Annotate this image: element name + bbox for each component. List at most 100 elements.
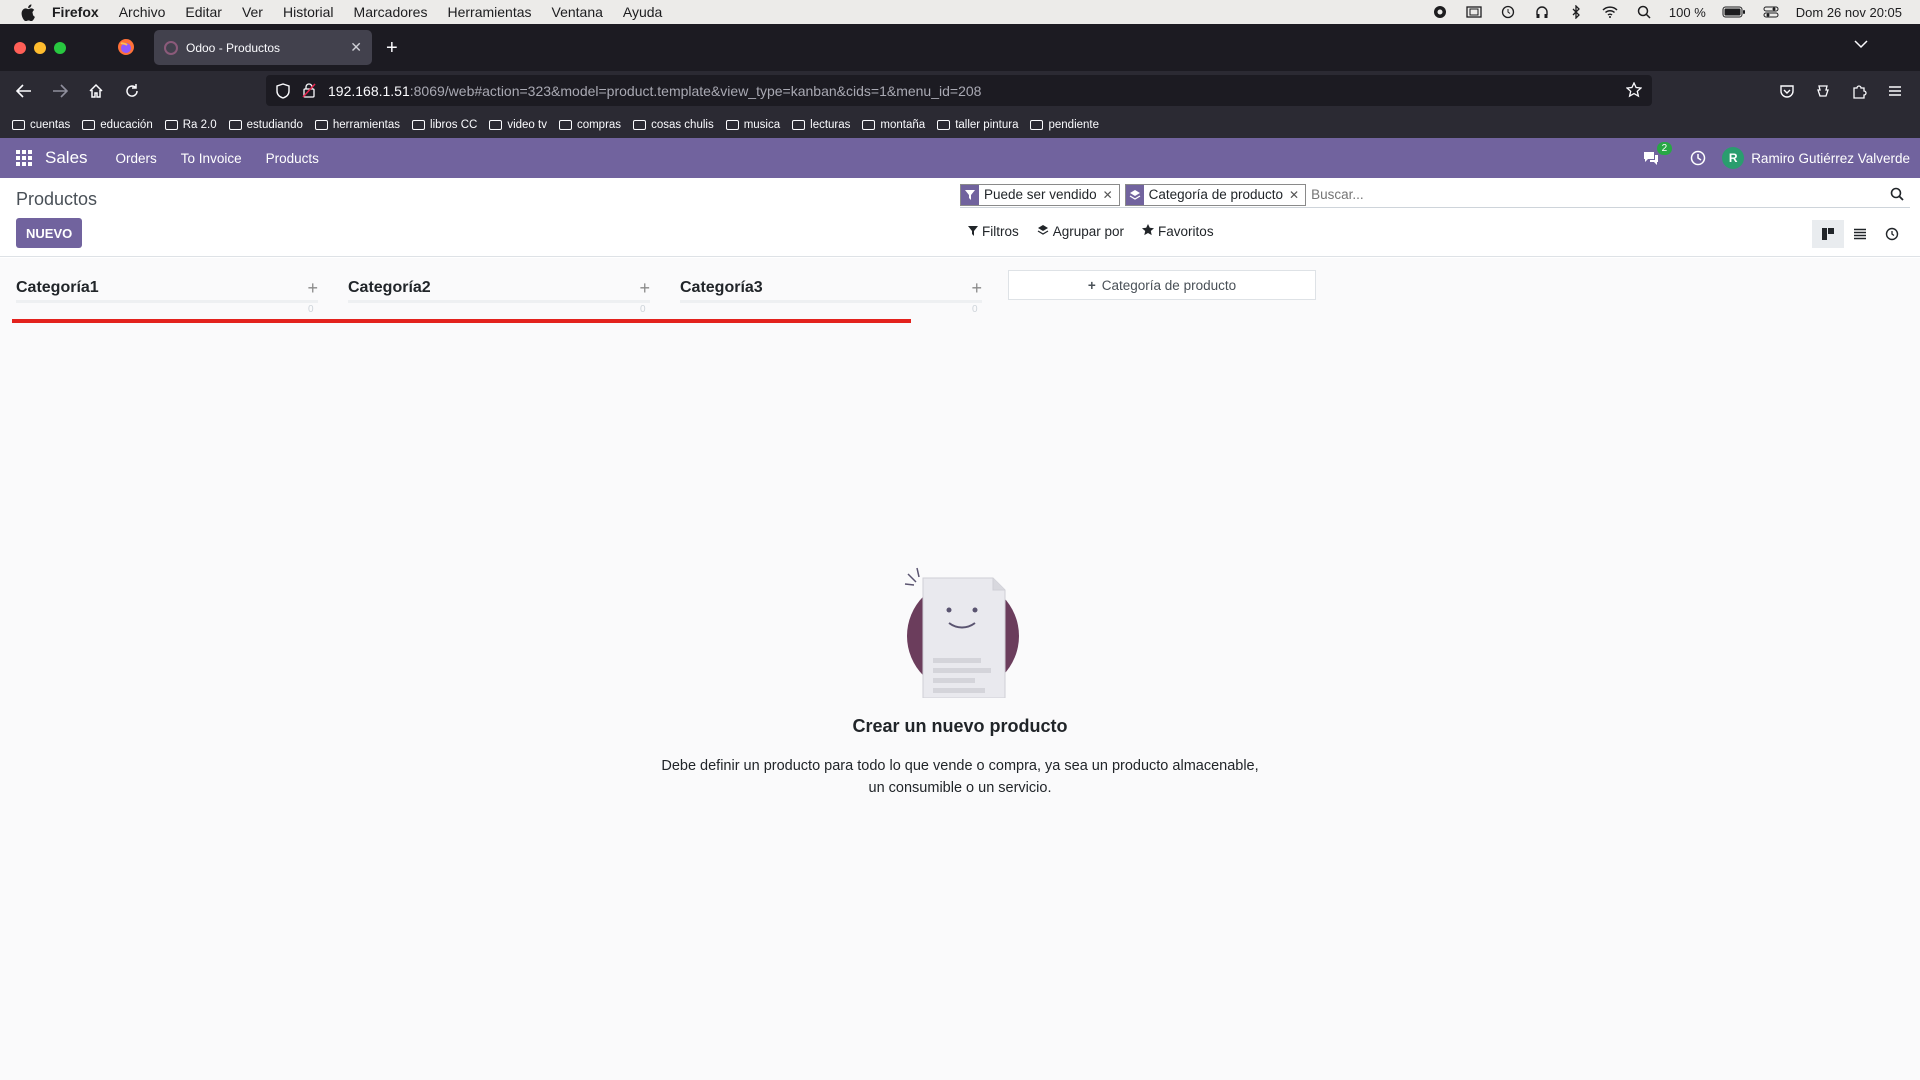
- menu-clock[interactable]: Dom 26 nov 20:05: [1796, 5, 1902, 20]
- remove-facet-icon[interactable]: ✕: [1289, 188, 1305, 202]
- list-view-icon[interactable]: [1844, 220, 1876, 248]
- close-tab-icon[interactable]: ✕: [350, 39, 362, 56]
- pocket-icon[interactable]: [1777, 81, 1797, 101]
- folder-icon: [412, 119, 426, 130]
- new-tab-icon[interactable]: +: [386, 37, 398, 60]
- kanban-column-header[interactable]: Categoría1 +: [16, 276, 318, 300]
- new-button[interactable]: NUEVO: [16, 218, 83, 248]
- star-icon: [1142, 224, 1155, 239]
- nav-menu-to-invoice[interactable]: To Invoice: [181, 151, 242, 166]
- bookmark-folder[interactable]: cosas chulis: [633, 119, 714, 131]
- column-progress-bar: [16, 300, 318, 303]
- bluetooth-icon[interactable]: [1567, 5, 1585, 19]
- apple-icon[interactable]: [18, 3, 38, 21]
- bookmark-star-icon[interactable]: [1625, 81, 1643, 103]
- app-brand-sales[interactable]: Sales: [45, 148, 88, 168]
- menu-archivo[interactable]: Archivo: [119, 4, 166, 20]
- folder-icon: [228, 119, 242, 130]
- screen-mirror-icon[interactable]: [1465, 5, 1483, 19]
- bookmark-folder[interactable]: cuentas: [12, 119, 70, 131]
- bookmark-folder[interactable]: lecturas: [792, 119, 850, 131]
- firefox-view-icon[interactable]: [117, 38, 135, 56]
- bookmark-folder[interactable]: taller pintura: [937, 119, 1018, 131]
- bookmark-folder[interactable]: montaña: [862, 119, 925, 131]
- minimize-window-button[interactable]: [34, 42, 46, 54]
- search-input[interactable]: [1311, 187, 1890, 202]
- remove-facet-icon[interactable]: ✕: [1103, 188, 1119, 202]
- tracking-protection-shield-icon[interactable]: [276, 83, 290, 104]
- time-machine-icon[interactable]: [1499, 5, 1517, 19]
- zoom-window-button[interactable]: [54, 42, 66, 54]
- nav-menu-orders[interactable]: Orders: [116, 151, 157, 166]
- red-annotation-underline: [12, 319, 911, 323]
- kanban-view: Categoría1 + 0 Categoría2 + 0 Categoría3…: [0, 258, 1920, 1080]
- kanban-view-icon[interactable]: [1812, 220, 1844, 248]
- url-path: :8069/web#action=323&model=product.templ…: [409, 82, 982, 99]
- forward-arrow-icon[interactable]: [50, 81, 70, 101]
- menu-app-firefox[interactable]: Firefox: [52, 4, 99, 20]
- headphones-icon[interactable]: [1533, 5, 1551, 19]
- home-icon[interactable]: [86, 81, 106, 101]
- spotlight-search-icon[interactable]: [1635, 5, 1653, 19]
- bookmark-folder[interactable]: educación: [82, 119, 153, 131]
- folder-icon: [633, 119, 647, 130]
- menu-ayuda[interactable]: Ayuda: [623, 4, 662, 20]
- quick-create-plus-icon[interactable]: +: [307, 278, 318, 299]
- messaging-icon[interactable]: 2: [1642, 142, 1673, 166]
- url-host: 192.168.1.51: [328, 82, 410, 99]
- control-center-icon[interactable]: [1762, 5, 1780, 19]
- kanban-column-header[interactable]: Categoría2 +: [348, 276, 650, 300]
- menu-ventana[interactable]: Ventana: [552, 4, 603, 20]
- kanban-column-header[interactable]: Categoría3 +: [680, 276, 982, 300]
- window-controls: [14, 42, 66, 54]
- quick-create-plus-icon[interactable]: +: [639, 278, 650, 299]
- status-app-icon[interactable]: [1431, 5, 1449, 19]
- filters-label: Filtros: [982, 224, 1019, 239]
- browser-tab-active[interactable]: Odoo - Productos ✕: [154, 30, 372, 65]
- nav-menu-products[interactable]: Products: [266, 151, 319, 166]
- bookmark-folder[interactable]: compras: [558, 119, 621, 131]
- menu-historial[interactable]: Historial: [283, 4, 334, 20]
- hamburger-menu-icon[interactable]: [1885, 81, 1905, 101]
- search-icon[interactable]: [1890, 187, 1906, 203]
- bookmark-folder[interactable]: musica: [725, 119, 780, 131]
- bookmark-folder[interactable]: pendiente: [1030, 119, 1099, 131]
- bookmark-label: herramientas: [332, 118, 401, 131]
- quick-create-plus-icon[interactable]: +: [971, 278, 982, 299]
- user-menu[interactable]: R Ramiro Gutiérrez Valverde: [1722, 147, 1910, 169]
- empty-document-smiley-icon: [895, 558, 1025, 699]
- filters-dropdown[interactable]: Filtros: [968, 224, 1019, 239]
- battery-icon[interactable]: [1722, 5, 1746, 19]
- bookmark-folder[interactable]: video tv: [489, 119, 547, 131]
- view-switcher: [1812, 220, 1908, 248]
- group-by-dropdown[interactable]: Agrupar por: [1037, 224, 1124, 239]
- odoo-favicon-icon: [164, 40, 178, 55]
- app-grid-icon[interactable]: [16, 150, 32, 166]
- list-all-tabs-icon[interactable]: [1854, 36, 1868, 50]
- activity-clock-icon[interactable]: [1690, 150, 1706, 166]
- menu-marcadores[interactable]: Marcadores: [354, 4, 428, 20]
- layers-icon: [1037, 224, 1049, 239]
- menu-ver[interactable]: Ver: [242, 4, 263, 20]
- favorites-dropdown[interactable]: Favoritos: [1142, 224, 1214, 239]
- menu-editar[interactable]: Editar: [185, 4, 222, 20]
- wifi-icon[interactable]: [1601, 5, 1619, 19]
- extension-icon[interactable]: [1813, 81, 1833, 101]
- reload-icon[interactable]: [122, 81, 142, 101]
- activity-view-icon[interactable]: [1876, 220, 1908, 248]
- bookmark-folder[interactable]: Ra 2.0: [164, 119, 217, 131]
- group-by-label: Agrupar por: [1052, 224, 1125, 239]
- bookmark-folder[interactable]: herramientas: [314, 118, 401, 131]
- back-arrow-icon[interactable]: [14, 81, 34, 101]
- helper-text: Debe definir un producto para todo lo qu…: [661, 758, 1259, 796]
- add-column-button[interactable]: + Categoría de producto: [1008, 270, 1316, 300]
- bookmark-label: lecturas: [810, 118, 851, 131]
- insecure-lock-icon[interactable]: [302, 82, 316, 103]
- url-bar[interactable]: 192.168.1.51:8069/web#action=323&model=p…: [266, 75, 1652, 106]
- column-title: Categoría2: [348, 279, 431, 296]
- menu-herramientas[interactable]: Herramientas: [447, 4, 531, 20]
- close-window-button[interactable]: [14, 42, 26, 54]
- extensions-puzzle-icon[interactable]: [1849, 81, 1869, 101]
- bookmark-folder[interactable]: libros CC: [412, 119, 477, 131]
- bookmark-folder[interactable]: estudiando: [228, 119, 303, 131]
